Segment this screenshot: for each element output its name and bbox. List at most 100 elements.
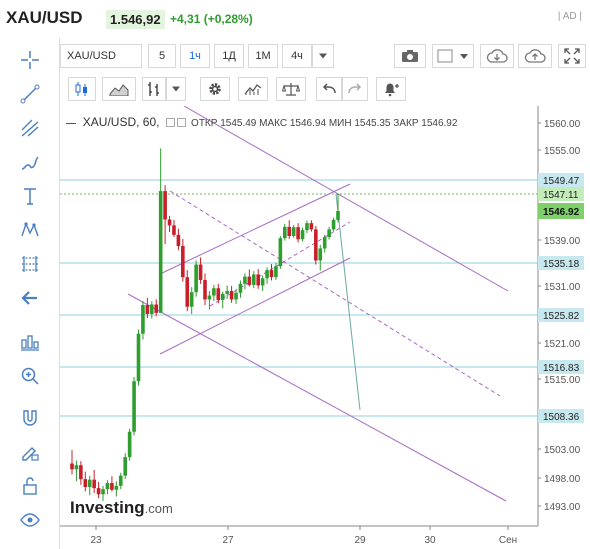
toolbar-row-1: XAU/USD 5 1ч 1Д 1М 4ч (60, 40, 590, 72)
fibonacci-tool[interactable] (16, 250, 44, 278)
y-tick-label: 1531.00 (544, 282, 581, 293)
legend-close: 1546.92 (421, 118, 458, 129)
drawings-layer (60, 106, 538, 502)
legend-high-label: МАКС (259, 118, 288, 129)
save-chart-button[interactable] (518, 44, 552, 68)
candle-body (207, 295, 212, 300)
undo-button[interactable] (316, 77, 342, 101)
y-tick-label: 1503.00 (544, 445, 581, 456)
settings-button[interactable] (200, 77, 230, 101)
candle-body (300, 230, 305, 240)
candle-body (118, 475, 123, 486)
candle-body (251, 274, 256, 285)
back-tool[interactable] (16, 284, 44, 312)
screenshot-button[interactable] (394, 44, 426, 68)
text-tool[interactable] (16, 182, 44, 210)
candle-body (256, 274, 260, 286)
logo-main: Investing (70, 498, 145, 517)
legend-open: 1545.49 (220, 118, 257, 129)
arrow-left-icon (21, 291, 37, 305)
legend-close-icon[interactable] (177, 118, 187, 127)
bars-style-button[interactable] (142, 77, 166, 101)
price-chart[interactable]: 1549.47 1547.11 1535.18 1525.82 1516.83 1508.… (60, 106, 590, 549)
candle-body (331, 219, 336, 230)
candle-body (278, 238, 283, 267)
chart-canvas[interactable]: 1549.47 1547.11 1535.18 1525.82 1516.83 1508.… (60, 106, 590, 549)
app-root: XAU/USD 1.546,92 +4,31 (+0,28%) | AD | X… (0, 0, 590, 549)
scales-icon (282, 83, 300, 96)
candle-body (70, 463, 74, 470)
hline-label: 1535.18 (543, 259, 580, 270)
legend-collapse-icon[interactable] (66, 122, 76, 124)
symbol-title: XAU/USD (6, 8, 83, 27)
fullscreen-button[interactable] (558, 44, 586, 68)
area-style-button[interactable] (102, 77, 136, 101)
pattern-tool[interactable] (16, 216, 44, 244)
alert-button[interactable] (376, 77, 406, 101)
zoom-tool[interactable] (16, 362, 44, 390)
redo-button[interactable] (342, 77, 368, 101)
y-tick-label: 1555.00 (544, 146, 581, 157)
candles-layer (70, 148, 340, 501)
candle-body (194, 264, 198, 293)
hline-label: 1508.36 (543, 412, 580, 423)
crosshair-tool[interactable] (16, 46, 44, 74)
candle-body (220, 293, 225, 300)
magnet-tool[interactable] (16, 404, 44, 432)
candle-body (154, 304, 159, 313)
candle-body (247, 276, 252, 285)
camera-icon (402, 50, 418, 62)
measure-tool[interactable] (16, 328, 44, 356)
pitchfork-tool[interactable] (16, 114, 44, 142)
legend-settings-icon[interactable] (166, 118, 176, 127)
visibility-tool[interactable] (16, 506, 44, 534)
zoom-in-icon (21, 367, 39, 385)
interval-5[interactable]: 5 (148, 44, 176, 68)
style-dropdown[interactable] (166, 77, 186, 101)
candle-body (176, 234, 181, 247)
candle-body (309, 223, 314, 230)
candle-body (322, 237, 327, 249)
candle-body (145, 305, 150, 314)
candle-body (92, 479, 96, 489)
symbol-field[interactable]: XAU/USD (60, 44, 142, 68)
interval-4h[interactable]: 4ч (282, 44, 312, 68)
x-tick-label: Сен (499, 535, 517, 546)
candle-body (234, 292, 238, 300)
candle-body (283, 226, 287, 239)
trend-line-tool[interactable] (16, 80, 44, 108)
candle-body (127, 431, 132, 458)
eye-icon (20, 513, 40, 527)
interval-dropdown[interactable] (312, 44, 334, 68)
candle-body (274, 266, 278, 278)
color-picker[interactable] (432, 44, 474, 68)
legend-low-label: МИН (328, 118, 352, 129)
legend-high: 1546.94 (289, 118, 327, 129)
interval-1d[interactable]: 1Д (214, 44, 244, 68)
ohlc-bars-icon (148, 82, 159, 96)
candle-body (327, 229, 331, 238)
projection-line (335, 193, 361, 411)
candles-style-button[interactable] (68, 77, 96, 101)
area-chart-icon (109, 84, 129, 96)
interval-1m[interactable]: 1М (248, 44, 278, 68)
candle-body (132, 381, 136, 432)
compare-button[interactable] (276, 77, 306, 101)
expand-icon (564, 48, 580, 64)
chart-legend: XAU/USD, 60, ОТКР 1545.49 МАКС 1546.94 М… (66, 115, 457, 129)
undo-icon (322, 83, 336, 94)
candle-body (181, 246, 185, 278)
hline-label: 1549.47 (543, 176, 580, 187)
text-icon (24, 188, 36, 205)
quote-header: XAU/USD 1.546,92 +4,31 (+0,28%) | AD | (0, 0, 590, 38)
load-chart-button[interactable] (480, 44, 514, 68)
flag-upper-line (159, 183, 351, 275)
price-change: +4,31 (+0,28%) (170, 12, 253, 26)
lock-tool[interactable] (16, 472, 44, 500)
indicators-button[interactable] (238, 77, 268, 101)
investing-logo: Investing.com (70, 498, 173, 518)
time-axis-layer: 23 27 29 30 Сен (90, 526, 517, 546)
interval-1h[interactable]: 1ч (180, 44, 210, 68)
keep-drawing-tool[interactable] (16, 438, 44, 466)
brush-tool[interactable] (16, 148, 44, 176)
